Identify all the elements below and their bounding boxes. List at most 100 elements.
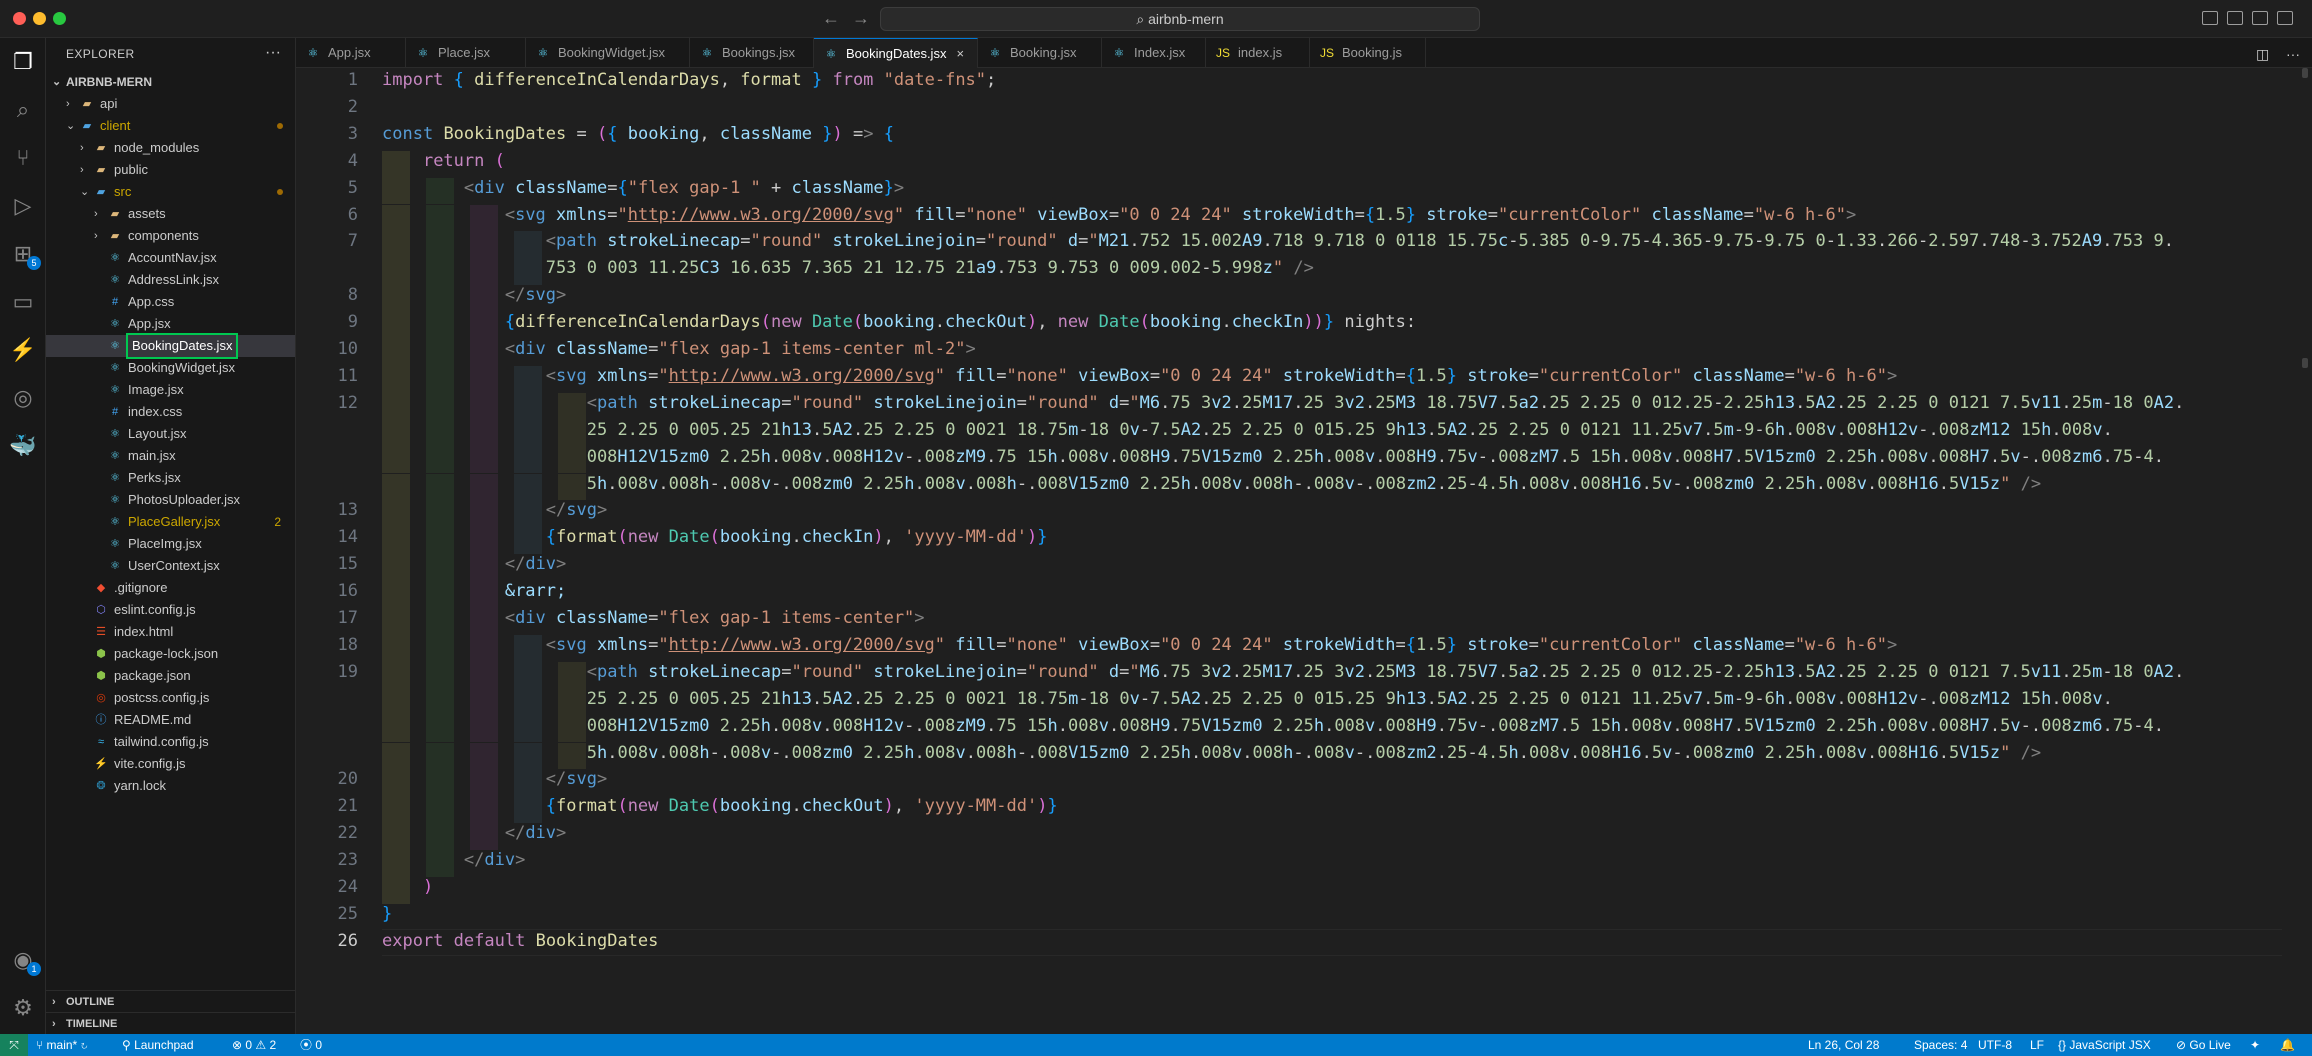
tab-bookingwidget-jsx[interactable]: ⚛ BookingWidget.jsx <box>526 38 690 68</box>
file-package-lock-json[interactable]: ⬢ package-lock.json <box>46 643 295 665</box>
toggle-primary-sidebar-icon[interactable] <box>2202 11 2218 25</box>
source-control-icon[interactable]: ⑂ <box>7 142 39 174</box>
close-window-button[interactable] <box>13 12 26 25</box>
code-line[interactable]: {differenceInCalendarDays(new Date(booki… <box>382 312 1416 332</box>
code-editor[interactable]: 1 2 3 4 5 6 7 8 9 10 11 12 13 14 15 16 17 18 19 20 21 22 23 24 2… <box>296 68 2312 1034</box>
run-debug-icon[interactable]: ▷ <box>7 190 39 222</box>
testing-icon[interactable]: ⚡ <box>7 334 39 366</box>
tab-place-jsx[interactable]: ⚛ Place.jsx <box>406 38 526 68</box>
code-line[interactable]: 5h.008v.008h-.008v-.008zm0 2.25h.008v.00… <box>382 474 2041 494</box>
folder-api[interactable]: › ▰ api <box>46 93 295 115</box>
file-addresslink-jsx[interactable]: ⚛ AddressLink.jsx <box>46 269 295 291</box>
ports-status[interactable]: ⦿ 0 <box>300 1034 322 1056</box>
workspace-root[interactable]: ⌄ AIRBNB-MERN <box>46 71 295 93</box>
branch-status[interactable]: ⑂ main* ↻ <box>36 1034 88 1056</box>
problems-status[interactable]: ⊗ 0 ⚠ 2 <box>232 1034 276 1056</box>
code-line[interactable]: import { differenceInCalendarDays, forma… <box>382 70 996 90</box>
more-actions-icon[interactable]: ··· <box>265 44 281 62</box>
code-line[interactable]: 753 0 003 11.25C3 16.635 7.365 21 12.75 … <box>382 258 1314 278</box>
account-icon[interactable]: ◉ 1 <box>7 944 41 976</box>
folder-client[interactable]: ⌄ ▰ client <box>46 115 295 137</box>
copilot-icon[interactable]: ✦ <box>2250 1034 2260 1056</box>
code-line[interactable]: 008H12V15zm0 2.25h.008v.008H12v-.008zM9.… <box>382 447 2164 467</box>
settings-gear-icon[interactable]: ⚙ <box>7 992 39 1024</box>
code-line[interactable]: {format(new Date(booking.checkOut), 'yyy… <box>382 796 1058 816</box>
more-actions-icon[interactable]: ··· <box>2286 46 2300 62</box>
code-line[interactable]: </svg> <box>382 285 566 305</box>
launchpad-status[interactable]: ⚲ Launchpad <box>122 1034 194 1056</box>
tab-bookingdates-jsx[interactable]: ⚛ BookingDates.jsx × <box>814 38 978 68</box>
code-line[interactable]: <div className={"flex gap-1 " + classNam… <box>382 178 904 198</box>
code-line[interactable]: 25 2.25 0 005.25 21h13.5A2.25 2.25 0 002… <box>382 689 2113 709</box>
file-usercontext-jsx[interactable]: ⚛ UserContext.jsx <box>46 555 295 577</box>
encoding-status[interactable]: UTF-8 <box>1978 1034 2012 1056</box>
files-icon[interactable]: ❐ <box>7 46 39 78</box>
file-index-html[interactable]: ☰ index.html <box>46 621 295 643</box>
split-editor-icon[interactable]: ◫ <box>2256 46 2269 63</box>
code-line[interactable]: ) <box>382 877 433 897</box>
toggle-panel-icon[interactable] <box>2227 11 2243 25</box>
tab-app-jsx[interactable]: ⚛ App.jsx <box>296 38 406 68</box>
go-live-button[interactable]: ⊘ Go Live <box>2176 1034 2231 1056</box>
file-yarn-lock[interactable]: ❂ yarn.lock <box>46 775 295 797</box>
code-line[interactable]: export default BookingDates <box>382 931 658 951</box>
gitlens-icon[interactable]: ◎ <box>7 382 39 414</box>
file-placeimg-jsx[interactable]: ⚛ PlaceImg.jsx <box>46 533 295 555</box>
minimize-window-button[interactable] <box>33 12 46 25</box>
file-bookingdates-jsx[interactable]: ⚛ BookingDates.jsx <box>46 333 295 359</box>
folder-src[interactable]: ⌄ ▰ src <box>46 181 295 203</box>
file-app-jsx[interactable]: ⚛ App.jsx <box>46 313 295 335</box>
file-eslint-config-js[interactable]: ⬡ eslint.config.js <box>46 599 295 621</box>
file-gitignore[interactable]: ◆ .gitignore <box>46 577 295 599</box>
code-line[interactable]: return ( <box>382 151 505 171</box>
code-line[interactable]: 25 2.25 0 005.25 21h13.5A2.25 2.25 0 002… <box>382 420 2113 440</box>
language-mode[interactable]: {} JavaScript JSX <box>2058 1034 2151 1056</box>
code-line[interactable]: </div> <box>382 554 566 574</box>
tab-index-js[interactable]: JS index.js <box>1206 38 1310 68</box>
code-line[interactable]: &rarr; <box>382 581 566 601</box>
file-image-jsx[interactable]: ⚛ Image.jsx <box>46 379 295 401</box>
code-line[interactable]: <path strokeLinecap="round" strokeLinejo… <box>382 662 2185 682</box>
code-line[interactable]: <svg xmlns="http://www.w3.org/2000/svg" … <box>382 635 1897 655</box>
file-perks-jsx[interactable]: ⚛ Perks.jsx <box>46 467 295 489</box>
file-vite-config-js[interactable]: ⚡ vite.config.js <box>46 753 295 775</box>
tab-booking-jsx[interactable]: ⚛ Booking.jsx <box>978 38 1102 68</box>
toggle-secondary-sidebar-icon[interactable] <box>2252 11 2268 25</box>
code-line[interactable]: const BookingDates = ({ booking, classNa… <box>382 124 894 144</box>
file-package-json[interactable]: ⬢ package.json <box>46 665 295 687</box>
code-line[interactable]: <path strokeLinecap="round" strokeLinejo… <box>382 393 2185 413</box>
file-accountnav-jsx[interactable]: ⚛ AccountNav.jsx <box>46 247 295 269</box>
code-line[interactable]: </div> <box>382 850 525 870</box>
code-line[interactable]: </svg> <box>382 769 607 789</box>
timeline-section[interactable]: › TIMELINE <box>46 1012 295 1035</box>
code-line[interactable]: 5h.008v.008h-.008v-.008zm0 2.25h.008v.00… <box>382 743 2041 763</box>
command-center-search[interactable]: ⌕ airbnb-mern <box>880 7 1480 31</box>
forward-arrow-icon[interactable]: → <box>852 8 870 29</box>
code-line[interactable]: 008H12V15zm0 2.25h.008v.008H12v-.008zM9.… <box>382 716 2164 736</box>
close-tab-icon[interactable]: × <box>956 39 964 69</box>
folder-public[interactable]: › ▰ public <box>46 159 295 181</box>
notifications-bell-icon[interactable]: 🔔 <box>2280 1034 2295 1056</box>
code-line[interactable]: <svg xmlns="http://www.w3.org/2000/svg" … <box>382 205 1856 225</box>
folder-node-modules[interactable]: › ▰ node_modules <box>46 137 295 159</box>
code-line[interactable]: <svg xmlns="http://www.w3.org/2000/svg" … <box>382 366 1897 386</box>
folder-assets[interactable]: › ▰ assets <box>46 203 295 225</box>
file-postcss-config-js[interactable]: ◎ postcss.config.js <box>46 687 295 709</box>
code-line[interactable]: } <box>382 904 392 924</box>
code-line[interactable]: </div> <box>382 823 566 843</box>
tab-booking-js[interactable]: JS Booking.js <box>1310 38 1426 68</box>
eol-status[interactable]: LF <box>2030 1034 2044 1056</box>
file-layout-jsx[interactable]: ⚛ Layout.jsx <box>46 423 295 445</box>
code-line[interactable]: <path strokeLinecap="round" strokeLinejo… <box>382 231 2174 251</box>
tab-bookings-jsx[interactable]: ⚛ Bookings.jsx <box>690 38 814 68</box>
cursor-position[interactable]: Ln 26, Col 28 <box>1808 1034 1879 1056</box>
file-app-css[interactable]: # App.css <box>46 291 295 313</box>
maximize-window-button[interactable] <box>53 12 66 25</box>
file-photosuploader-jsx[interactable]: ⚛ PhotosUploader.jsx <box>46 489 295 511</box>
file-main-jsx[interactable]: ⚛ main.jsx <box>46 445 295 467</box>
tab-index-jsx[interactable]: ⚛ Index.jsx <box>1102 38 1206 68</box>
file-index-css[interactable]: # index.css <box>46 401 295 423</box>
back-arrow-icon[interactable]: ← <box>822 8 840 29</box>
file-tailwind-config-js[interactable]: ≈ tailwind.config.js <box>46 731 295 753</box>
remote-indicator-icon[interactable]: ⤧ <box>0 1034 28 1056</box>
